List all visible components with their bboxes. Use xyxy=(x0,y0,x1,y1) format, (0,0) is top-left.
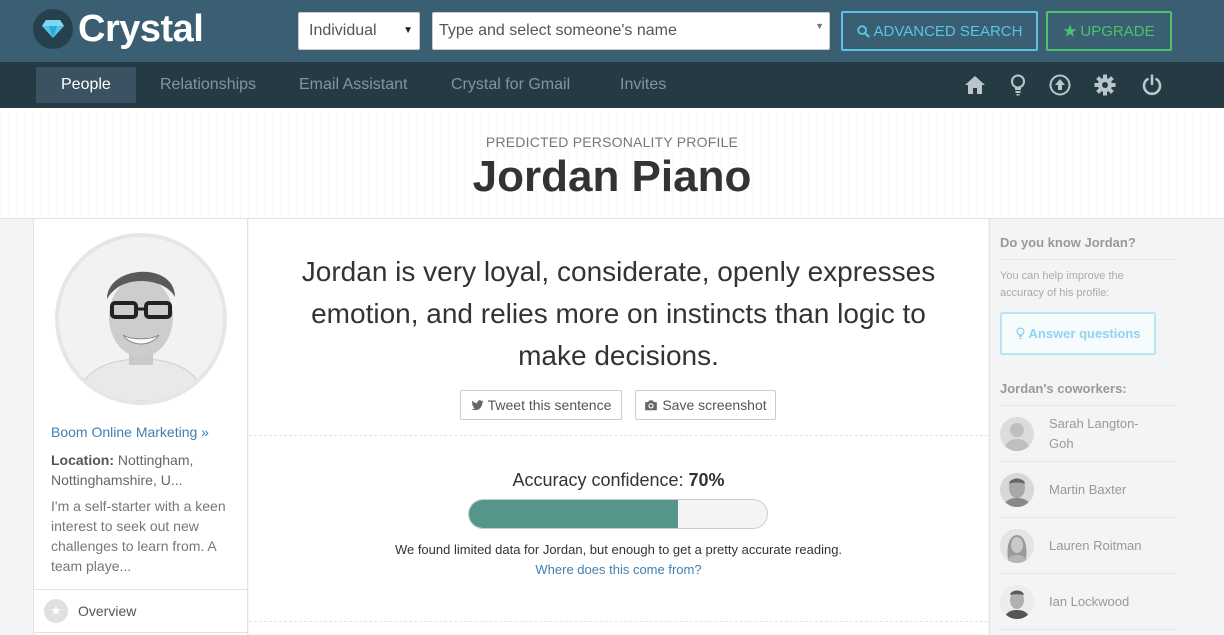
divider xyxy=(249,621,988,622)
nav-people[interactable]: People xyxy=(36,67,136,103)
logo-text: Crystal xyxy=(78,8,204,50)
where-link[interactable]: Where does this come from? xyxy=(249,562,988,577)
coworker-name: Martin Baxter xyxy=(1049,481,1127,497)
accuracy-bar-fill xyxy=(469,500,678,528)
lightbulb-icon[interactable] xyxy=(1006,73,1030,97)
power-icon[interactable] xyxy=(1140,73,1164,97)
nav-email-assistant[interactable]: Email Assistant xyxy=(274,67,432,103)
location-text: Location: Nottingham, Nottinghamshire, U… xyxy=(51,450,236,490)
coworker-name: Lauren Roitman xyxy=(1049,537,1142,553)
upgrade-label: UPGRADE xyxy=(1080,22,1155,40)
profile-name: Jordan Piano xyxy=(472,152,752,201)
divider xyxy=(1000,259,1177,260)
type-select[interactable]: Individual ▼ xyxy=(298,12,420,50)
gear-icon[interactable] xyxy=(1093,73,1117,97)
coworker-item[interactable]: Lauren Roitman xyxy=(1000,518,1177,574)
avatar xyxy=(1000,584,1034,619)
screenshot-label: Save screenshot xyxy=(662,397,767,413)
person-search[interactable]: ▼ xyxy=(432,12,830,50)
search-icon xyxy=(856,24,870,38)
camera-icon xyxy=(645,400,658,411)
answer-label: Answer questions xyxy=(1028,326,1141,341)
twitter-icon xyxy=(471,399,484,410)
crystal-logo[interactable]: Crystal xyxy=(33,8,204,50)
accuracy-value: 70% xyxy=(688,470,725,490)
nav-invites[interactable]: Invites xyxy=(595,67,691,103)
coworker-name: Sarah Langton-Goh xyxy=(1049,415,1139,451)
nav-bar: People Relationships Email Assistant Cry… xyxy=(0,62,1224,108)
location-label: Location: xyxy=(51,452,114,468)
help-text: You can help improve the accuracy of his… xyxy=(1000,270,1124,299)
answer-questions-button[interactable]: Answer questions xyxy=(1000,312,1156,355)
star-icon: ★ xyxy=(44,599,68,623)
caret-down-icon: ▼ xyxy=(403,25,413,36)
upload-circle-icon[interactable] xyxy=(1048,73,1072,97)
divider xyxy=(249,435,988,436)
nav-crystal-for-gmail[interactable]: Crystal for Gmail xyxy=(426,67,595,103)
coworker-item[interactable]: Sarah Langton-Goh xyxy=(1000,406,1177,462)
accuracy-confidence: Accuracy confidence: 70% xyxy=(249,470,988,491)
avatar xyxy=(1000,416,1034,451)
know-title: Do you know Jordan? xyxy=(1000,235,1136,250)
coworkers-title: Jordan's coworkers: xyxy=(1000,381,1127,396)
top-bar: Crystal Individual ▼ ▼ ADVANCED SEARCH U… xyxy=(0,0,1224,62)
profile-subtitle: PREDICTED PERSONALITY PROFILE xyxy=(485,134,739,150)
divider xyxy=(34,632,247,633)
coworker-item[interactable]: Ian Lockwood xyxy=(1000,574,1177,630)
avatar xyxy=(1000,528,1034,563)
bio-text: I'm a self-starter with a keen interest … xyxy=(51,498,226,574)
profile-sidebar: Boom Online Marketing » Location: Nottin… xyxy=(33,219,248,635)
overview-menu-item[interactable]: ★ Overview xyxy=(44,599,136,623)
home-icon[interactable] xyxy=(963,73,987,97)
star-icon xyxy=(1063,24,1077,37)
main-content: Jordan is very loyal, considerate, openl… xyxy=(249,219,988,635)
profile-photo xyxy=(55,233,227,405)
search-input[interactable] xyxy=(433,13,803,49)
advanced-search-button[interactable]: ADVANCED SEARCH xyxy=(841,11,1038,51)
advanced-search-label: ADVANCED SEARCH xyxy=(873,22,1023,40)
type-select-value: Individual xyxy=(309,22,377,39)
accuracy-bar xyxy=(468,499,768,529)
coworker-item[interactable]: Martin Baxter xyxy=(1000,462,1177,518)
right-sidebar: Do you know Jordan? You can help improve… xyxy=(989,219,1224,635)
coworker-name: Ian Lockwood xyxy=(1049,593,1130,609)
data-note: We found limited data for Jordan, but en… xyxy=(394,542,843,557)
nav-relationships[interactable]: Relationships xyxy=(135,67,281,103)
avatar xyxy=(1000,472,1034,507)
overview-label: Overview xyxy=(78,603,137,619)
tweet-button[interactable]: Tweet this sentence xyxy=(460,390,622,420)
divider xyxy=(34,589,247,590)
personality-summary: Jordan is very loyal, considerate, openl… xyxy=(301,256,936,371)
save-screenshot-button[interactable]: Save screenshot xyxy=(635,390,776,420)
gem-icon xyxy=(33,9,73,49)
upgrade-button[interactable]: UPGRADE xyxy=(1046,11,1172,51)
caret-down-icon[interactable]: ▼ xyxy=(815,21,824,31)
lightbulb-icon xyxy=(1015,327,1025,340)
accuracy-label: Accuracy confidence: xyxy=(512,470,689,490)
tweet-label: Tweet this sentence xyxy=(487,397,612,413)
profile-header: PREDICTED PERSONALITY PROFILE Jordan Pia… xyxy=(0,108,1224,219)
company-link[interactable]: Boom Online Marketing » xyxy=(51,424,209,440)
